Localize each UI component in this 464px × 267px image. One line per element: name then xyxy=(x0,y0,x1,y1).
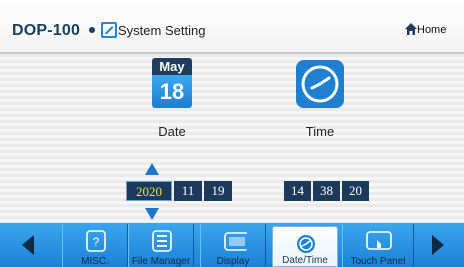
tab-misc[interactable]: ? MISC. xyxy=(62,224,128,267)
time-label: Time xyxy=(305,124,335,139)
brand-name: DOP-100 xyxy=(12,22,81,39)
left-arrow-icon[interactable] xyxy=(10,223,50,267)
file-manager-icon xyxy=(152,230,172,252)
screen: DOP-100 System Setting Home May 18 Date … xyxy=(0,0,464,267)
tab-date-time[interactable]: Date/Time xyxy=(272,226,338,267)
tab-display-label: Display xyxy=(216,256,250,267)
tab-date-time-label: Date/Time xyxy=(282,255,328,266)
misc-icon: ? xyxy=(86,230,106,252)
minute-field[interactable]: 38 xyxy=(313,181,340,201)
page-title: System Setting xyxy=(118,23,206,38)
calendar-icon[interactable]: May 18 xyxy=(152,58,192,108)
tab-file-manager-label: File Manager xyxy=(131,256,191,267)
touch-panel-icon xyxy=(366,231,392,250)
calendar-month: May xyxy=(152,58,192,75)
calendar-day: 18 xyxy=(152,75,192,108)
tab-misc-label: MISC. xyxy=(81,256,109,267)
tab-file-manager[interactable]: File Manager xyxy=(128,224,194,267)
tab-touch-panel-label: Touch Panel xyxy=(350,256,406,267)
tab-touch-panel[interactable]: Touch Panel xyxy=(342,224,414,267)
home-icon[interactable] xyxy=(404,22,418,36)
month-field[interactable]: 11 xyxy=(174,181,202,201)
year-field[interactable]: 2020 xyxy=(126,181,172,201)
tab-display[interactable]: Display xyxy=(200,224,266,267)
increment-arrow-icon[interactable] xyxy=(145,163,159,175)
system-setting-icon xyxy=(101,22,117,38)
right-arrow-icon[interactable] xyxy=(418,223,458,267)
second-field[interactable]: 20 xyxy=(342,181,369,201)
home-button[interactable]: Home xyxy=(417,24,446,36)
header-divider xyxy=(0,52,464,54)
decrement-arrow-icon[interactable] xyxy=(145,208,159,220)
clock-tab-icon xyxy=(297,235,315,253)
hour-field[interactable]: 14 xyxy=(284,181,311,201)
clock-icon[interactable] xyxy=(296,60,344,108)
brand-dot xyxy=(89,27,95,33)
svg-text:?: ? xyxy=(93,235,100,249)
date-label: Date xyxy=(158,124,186,139)
display-icon xyxy=(224,232,247,251)
day-field[interactable]: 19 xyxy=(204,181,232,201)
